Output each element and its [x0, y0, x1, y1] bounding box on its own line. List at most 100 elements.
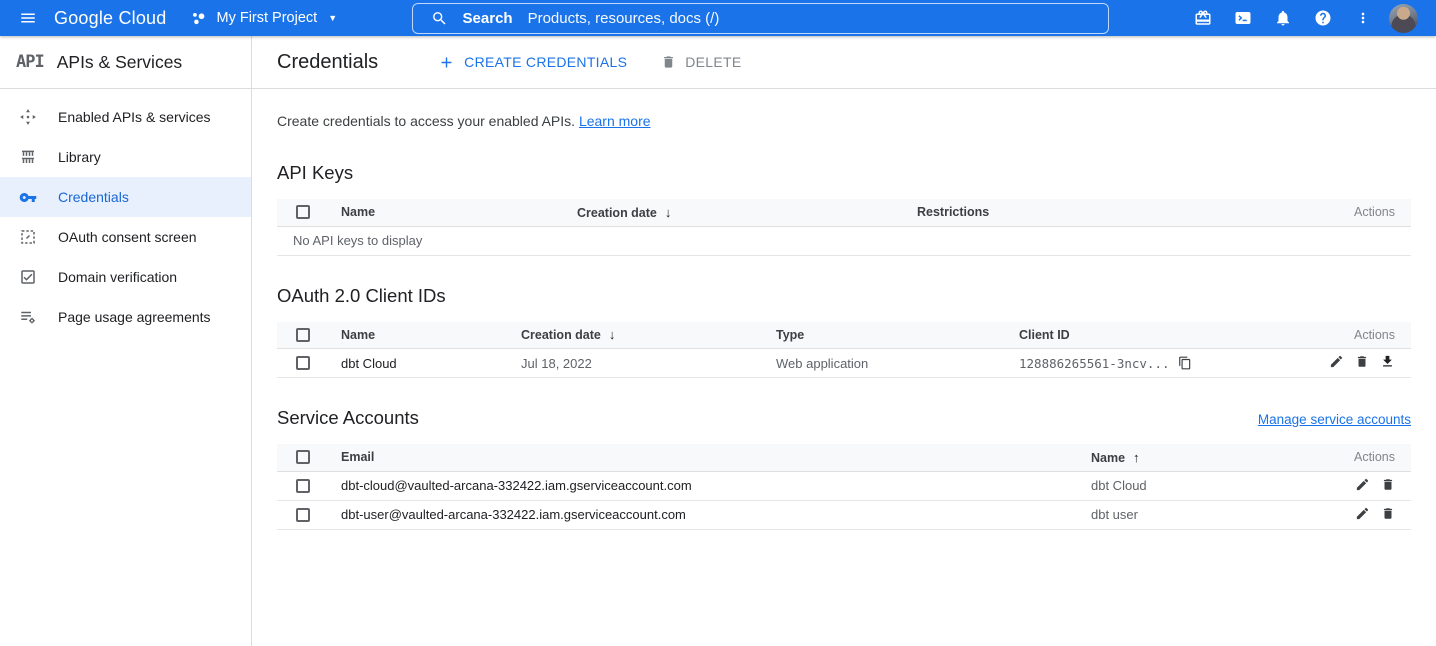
- client-creation-date: Jul 18, 2022: [513, 349, 768, 378]
- search-input[interactable]: Search Products, resources, docs (/): [412, 3, 1109, 34]
- column-header-creation-date[interactable]: Creation date↓: [569, 199, 909, 226]
- project-selector[interactable]: My First Project ▼: [190, 10, 337, 27]
- top-app-bar: Google Cloud My First Project ▼ Search P…: [0, 0, 1436, 36]
- library-icon: [19, 148, 37, 166]
- sidebar-item-label: Enabled APIs & services: [58, 109, 211, 125]
- project-name: My First Project: [216, 10, 317, 26]
- row-actions: [1341, 471, 1411, 500]
- copy-icon[interactable]: [1178, 356, 1192, 370]
- page-header: Credentials CREATE CREDENTIALS DELETE: [252, 36, 1436, 89]
- sidebar-item-domain-verification[interactable]: Domain verification: [0, 257, 251, 297]
- sidebar-item-label: Credentials: [58, 189, 129, 205]
- sidebar-item-page-usage-agreements[interactable]: Page usage agreements: [0, 297, 251, 337]
- column-header-creation-date[interactable]: Creation date↓: [513, 322, 768, 349]
- delete-button[interactable]: DELETE: [661, 54, 741, 70]
- notifications-button[interactable]: [1263, 0, 1303, 36]
- edit-icon[interactable]: [1329, 354, 1344, 369]
- cloud-shell-icon: [1233, 9, 1253, 27]
- more-vertical-icon: [1355, 9, 1371, 27]
- delete-label: DELETE: [685, 54, 741, 70]
- select-all-checkbox[interactable]: [296, 205, 310, 219]
- column-header-actions: Actions: [1321, 199, 1411, 226]
- row-checkbox[interactable]: [296, 508, 310, 522]
- more-options-button[interactable]: [1343, 0, 1383, 36]
- sidebar-item-credentials[interactable]: Credentials: [0, 177, 251, 217]
- column-header-name: Name: [333, 199, 569, 226]
- table-row: dbt-cloud@vaulted-arcana-332422.iam.gser…: [277, 471, 1411, 500]
- sort-desc-icon: ↓: [665, 205, 672, 220]
- chevron-down-icon: ▼: [328, 13, 337, 23]
- service-account-email: dbt-user@vaulted-arcana-332422.iam.gserv…: [333, 500, 1083, 529]
- key-icon: [19, 188, 37, 206]
- row-checkbox[interactable]: [296, 479, 310, 493]
- delete-icon[interactable]: [1381, 477, 1395, 492]
- row-actions: [1341, 500, 1411, 529]
- hamburger-icon: [19, 9, 37, 27]
- column-header-name: Name: [333, 322, 513, 349]
- intro-text: Create credentials to access your enable…: [277, 112, 1411, 131]
- service-accounts-section: Service Accounts Manage service accounts…: [277, 406, 1411, 530]
- oauth-clients-title: OAuth 2.0 Client IDs: [277, 284, 1411, 308]
- service-account-name: dbt Cloud: [1083, 471, 1341, 500]
- topbar-actions: [1183, 0, 1426, 36]
- learn-more-link[interactable]: Learn more: [579, 113, 651, 129]
- plus-icon: [438, 54, 455, 71]
- service-account-email: dbt-cloud@vaulted-arcana-332422.iam.gser…: [333, 471, 1083, 500]
- column-header-actions: Actions: [1341, 444, 1411, 471]
- download-icon[interactable]: [1380, 354, 1395, 369]
- google-cloud-logo[interactable]: Google Cloud: [54, 8, 166, 29]
- empty-row: No API keys to display: [277, 226, 1411, 255]
- apis-services-logo-icon: API: [16, 52, 44, 72]
- oauth-clients-table: Name Creation date↓ Type Client ID Actio…: [277, 322, 1411, 379]
- create-credentials-button[interactable]: CREATE CREDENTIALS: [438, 54, 627, 71]
- manage-service-accounts-link[interactable]: Manage service accounts: [1258, 412, 1411, 427]
- row-checkbox[interactable]: [296, 356, 310, 370]
- column-header-name[interactable]: Name↑: [1083, 444, 1341, 471]
- row-actions: [1301, 349, 1411, 378]
- column-header-client-id: Client ID: [1011, 322, 1301, 349]
- project-icon: [190, 10, 207, 27]
- sidebar-item-label: OAuth consent screen: [58, 229, 197, 245]
- column-header-restrictions: Restrictions: [909, 199, 1321, 226]
- sidebar-header: API APIs & Services: [0, 36, 251, 89]
- service-accounts-title: Service Accounts: [277, 406, 419, 430]
- free-trial-gift-button[interactable]: [1183, 0, 1223, 36]
- avatar[interactable]: [1389, 4, 1418, 33]
- main-content: Credentials CREATE CREDENTIALS DELETE Cr…: [252, 36, 1436, 646]
- client-name: dbt Cloud: [333, 349, 513, 378]
- api-keys-section: API Keys Name Creation date↓ Restriction…: [277, 161, 1411, 256]
- oauth-consent-icon: [19, 228, 37, 246]
- service-account-name: dbt user: [1083, 500, 1341, 529]
- page-usage-agreements-icon: [19, 308, 37, 326]
- table-header-row: Name Creation date↓ Type Client ID Actio…: [277, 322, 1411, 349]
- oauth-clients-section: OAuth 2.0 Client IDs Name Creation date↓…: [277, 284, 1411, 379]
- enabled-apis-icon: [19, 108, 37, 126]
- search-placeholder: Products, resources, docs (/): [528, 10, 720, 27]
- domain-verification-icon: [19, 268, 37, 286]
- sidebar-item-enabled-apis[interactable]: Enabled APIs & services: [0, 97, 251, 137]
- sort-desc-icon: ↓: [609, 327, 616, 342]
- help-button[interactable]: [1303, 0, 1343, 36]
- sidebar-item-library[interactable]: Library: [0, 137, 251, 177]
- edit-icon[interactable]: [1355, 506, 1370, 521]
- edit-icon[interactable]: [1355, 477, 1370, 492]
- table-header-row: Email Name↑ Actions: [277, 444, 1411, 471]
- search-label: Search: [463, 10, 513, 27]
- client-type: Web application: [768, 349, 1011, 378]
- sidebar-item-oauth-consent[interactable]: OAuth consent screen: [0, 217, 251, 257]
- table-row: dbt Cloud Jul 18, 2022 Web application 1…: [277, 349, 1411, 378]
- api-keys-table: Name Creation date↓ Restrictions Actions…: [277, 199, 1411, 256]
- cloud-shell-button[interactable]: [1223, 0, 1263, 36]
- gift-icon: [1194, 9, 1212, 27]
- sidebar: API APIs & Services Enabled APIs & servi…: [0, 36, 252, 646]
- client-id-value: 128886265561-3ncv...: [1019, 356, 1170, 371]
- table-header-row: Name Creation date↓ Restrictions Actions: [277, 199, 1411, 226]
- sidebar-item-label: Domain verification: [58, 269, 177, 285]
- delete-icon[interactable]: [1381, 506, 1395, 521]
- bell-icon: [1274, 9, 1292, 27]
- hamburger-menu-button[interactable]: [8, 0, 48, 36]
- delete-icon[interactable]: [1355, 354, 1369, 369]
- api-keys-title: API Keys: [277, 161, 1411, 185]
- select-all-checkbox[interactable]: [296, 328, 310, 342]
- select-all-checkbox[interactable]: [296, 450, 310, 464]
